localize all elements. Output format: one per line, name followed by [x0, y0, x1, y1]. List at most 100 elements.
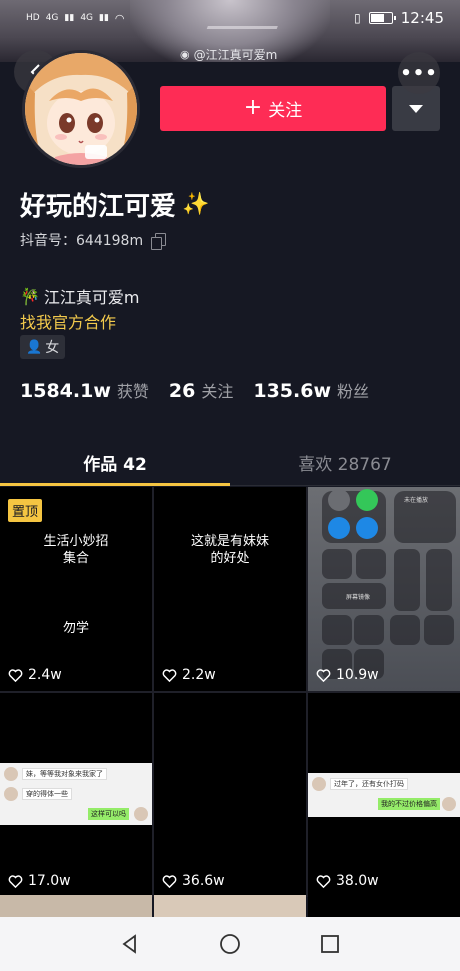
- cc-mirroring-text: 屏幕镜像: [346, 594, 371, 601]
- female-icon: 👤: [26, 339, 43, 355]
- video-tile[interactable]: 这就是有妹妹 的好处 2.2w: [154, 487, 306, 691]
- flashlight-icon: [322, 615, 352, 645]
- recents-square-icon[interactable]: [319, 933, 341, 955]
- vibrate-icon: ▯: [354, 11, 361, 25]
- video-tile[interactable]: 未在播放 屏幕镜像 10.9w: [308, 487, 460, 691]
- video-cover-subtitle: 勿学: [62, 621, 89, 636]
- home-circle-icon[interactable]: [218, 932, 242, 956]
- video-thumb-partial[interactable]: [308, 895, 460, 917]
- watermark: ◉ @江江真可爱m: [180, 46, 277, 63]
- copy-icon[interactable]: [151, 232, 167, 250]
- video-likes-count: 17.0w: [28, 873, 71, 889]
- moon-icon: [356, 549, 386, 579]
- signal-bars-icon-2: ▮▮: [99, 13, 109, 23]
- status-bar: HD 4G ▮▮ 4G ▮▮ ◠ ▯ 12:45: [0, 0, 460, 36]
- heart-icon: [162, 874, 177, 888]
- signal-4g-2: 4G: [80, 13, 94, 23]
- system-nav-bar: [0, 917, 460, 971]
- video-tile[interactable]: 置顶 生活小妙招 集合 勿学 2.4w: [0, 487, 152, 691]
- heart-icon: [8, 874, 23, 888]
- video-thumb-partial[interactable]: [154, 895, 306, 917]
- stat-followers-label: 粉丝: [337, 382, 370, 401]
- stat-following-label: 关注: [201, 382, 234, 401]
- profile-stats: 1584.1w 获赞 26 关注 135.6w 粉丝: [20, 378, 369, 402]
- video-likes-count: 2.4w: [28, 667, 62, 683]
- bluetooth-icon: [356, 517, 378, 539]
- chat-avatar: [442, 797, 456, 811]
- nickname-text: 好玩的江可爱: [20, 192, 177, 222]
- cc-media-text: 未在播放: [404, 497, 429, 504]
- gender-tag: 👤 女: [20, 335, 66, 359]
- video-likes-count: 38.0w: [336, 873, 379, 889]
- clock: 12:45: [400, 9, 444, 27]
- chat-screenshot: 妹，等等我对象来我家了 穿的得体一些 这样可以吗: [0, 763, 152, 825]
- back-triangle-icon[interactable]: [119, 933, 141, 955]
- video-likes: 2.2w: [162, 667, 216, 683]
- video-cover-title-line: 这就是有妹妹: [190, 534, 269, 549]
- bio-line-1-text: 江江真可爱m: [43, 288, 140, 307]
- heart-icon: [8, 668, 23, 682]
- chat-bubble: 妹，等等我对象来我家了: [22, 768, 107, 780]
- video-likes: 17.0w: [8, 873, 71, 889]
- video-thumb-partial[interactable]: [0, 895, 152, 917]
- signal-indicators: HD 4G ▮▮ 4G ▮▮ ◠: [26, 12, 125, 25]
- cellular-icon: [356, 489, 378, 511]
- douyin-id-text: 抖音号：644198m: [20, 233, 144, 249]
- stat-likes-label: 获赞: [116, 382, 149, 401]
- heart-icon: [316, 668, 331, 682]
- camera-icon: [424, 615, 454, 645]
- video-likes: 10.9w: [316, 667, 379, 683]
- hd-label: HD: [26, 13, 40, 23]
- chat-avatar: [4, 767, 18, 781]
- caret-down-icon: [409, 104, 423, 113]
- chat-screenshot: 过年了，还有女仆打码 我的不过价格偏高: [308, 773, 460, 817]
- signal-4g-1: 4G: [45, 13, 59, 23]
- heart-icon: [316, 874, 331, 888]
- wifi-icon: ◠: [114, 11, 125, 25]
- chat-avatar: [4, 787, 18, 801]
- stat-likes[interactable]: 1584.1w 获赞: [20, 378, 149, 402]
- next-row-preview: [0, 895, 460, 917]
- bio-line-2: 找我官方合作: [20, 313, 117, 332]
- chat-bubble-sent: 我的不过价格偏高: [378, 798, 440, 810]
- timer-icon: [354, 615, 384, 645]
- video-cover-title-line: 生活小妙招: [43, 534, 109, 549]
- avatar[interactable]: [22, 50, 140, 168]
- stat-following-num: 26: [168, 380, 196, 402]
- stat-followers[interactable]: 135.6w 粉丝: [253, 378, 369, 402]
- nickname: 好玩的江可爱 ✨: [20, 186, 209, 223]
- tab-likes[interactable]: 喜欢 28767: [230, 440, 460, 485]
- video-tile[interactable]: 36.6w: [154, 693, 306, 897]
- tab-works[interactable]: 作品 42: [0, 440, 230, 486]
- wifi-toggle-icon: [328, 517, 350, 539]
- brightness-slider: [394, 549, 420, 611]
- video-tile[interactable]: 过年了，还有女仆打码 我的不过价格偏高 38.0w: [308, 693, 460, 897]
- video-cover-title: 这就是有妹妹 的好处: [154, 533, 306, 567]
- follow-button[interactable]: + 关注: [160, 86, 386, 131]
- chat-bubble: 过年了，还有女仆打码: [330, 778, 408, 790]
- chat-avatar: [312, 777, 326, 791]
- watermark-text: @江江真可爱m: [193, 48, 278, 62]
- video-likes-count: 10.9w: [336, 667, 379, 683]
- more-dots-icon: •••: [400, 62, 438, 84]
- more-options-button[interactable]: •••: [398, 52, 440, 94]
- stat-following[interactable]: 26 关注: [169, 378, 233, 402]
- signal-bars-icon: ▮▮: [64, 13, 75, 23]
- weibo-icon: ◉: [180, 48, 190, 61]
- video-likes-count: 2.2w: [182, 667, 216, 683]
- rotation-lock-icon: [322, 549, 352, 579]
- volume-slider: [426, 549, 452, 611]
- video-cover-title: 生活小妙招 集合: [0, 533, 152, 567]
- douyin-id: 抖音号：644198m: [20, 230, 167, 250]
- video-likes: 2.4w: [8, 667, 62, 683]
- avatar-illustration: [25, 53, 137, 165]
- video-tile[interactable]: 妹，等等我对象来我家了 穿的得体一些 这样可以吗 17.0w: [0, 693, 152, 897]
- video-likes: 38.0w: [316, 873, 379, 889]
- airplane-icon: [328, 489, 350, 511]
- battery-icon: [368, 12, 396, 24]
- bio-line-1: 🎋 江江真可爱m: [20, 284, 140, 308]
- gender-text: 女: [45, 340, 60, 356]
- stat-likes-num: 1584.1w: [20, 380, 111, 402]
- status-right: ▯ 12:45: [354, 9, 444, 27]
- video-cover-title-line: 集合: [62, 551, 89, 566]
